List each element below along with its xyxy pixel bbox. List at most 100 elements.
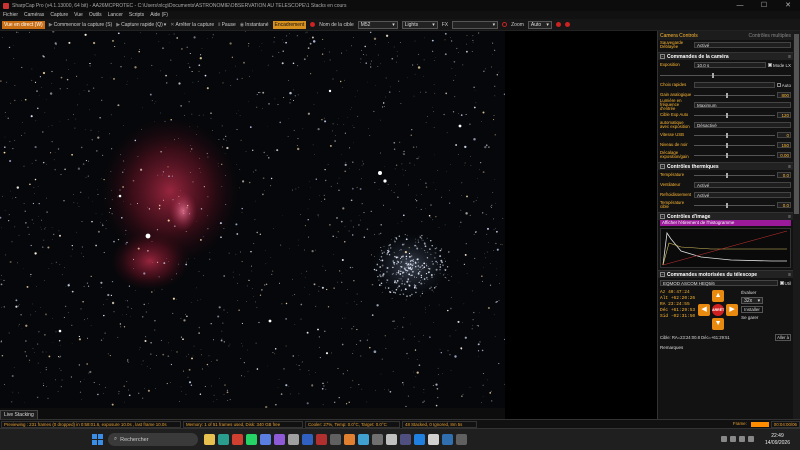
app-icon[interactable]: [330, 434, 341, 445]
pause-button[interactable]: Ⅱ Pause: [218, 22, 236, 28]
menu-outils[interactable]: Outils: [89, 12, 102, 18]
hamburger-icon[interactable]: ≡: [788, 164, 791, 170]
arrow-left-icon[interactable]: ◀: [698, 304, 711, 316]
gain-value[interactable]: 800: [777, 92, 791, 98]
use-checkbox[interactable]: Util: [779, 281, 791, 286]
black-slider[interactable]: [694, 142, 775, 148]
menu-aide[interactable]: Aide (F): [150, 12, 168, 18]
focus-icon[interactable]: [555, 22, 561, 27]
menu-vue[interactable]: Vue: [74, 12, 83, 18]
offset-value[interactable]: 0.00: [777, 152, 791, 158]
messenger-icon[interactable]: [260, 434, 271, 445]
target-adu-value[interactable]: 120: [777, 112, 791, 118]
temperature-slider[interactable]: [694, 172, 775, 178]
app-icon[interactable]: [456, 434, 467, 445]
target-temp-value[interactable]: 0.0: [777, 202, 791, 208]
hamburger-icon[interactable]: ≡: [788, 272, 791, 278]
menu-cameras[interactable]: Caméras: [24, 12, 44, 18]
cooling-select[interactable]: Activé: [694, 192, 791, 198]
zoom-select[interactable]: Auto ▾: [527, 20, 552, 29]
whatsapp-icon[interactable]: [246, 434, 257, 445]
go-to-button[interactable]: Aller à: [775, 333, 791, 341]
multi-controls-tab[interactable]: Contrôles multiples: [748, 33, 791, 39]
fx-select[interactable]: ▾: [452, 20, 499, 29]
gain-slider[interactable]: [694, 92, 775, 98]
mount-select[interactable]: EQMOD ASCOM HEQ5/6: [660, 280, 778, 286]
live-image-viewport[interactable]: [0, 31, 505, 408]
taskbar-search[interactable]: ⌕ Rechercher: [108, 433, 198, 446]
taskbar-clock[interactable]: 22:49 14/09/2026: [765, 433, 790, 447]
frame-type-select[interactable]: Lights ▾: [401, 20, 438, 29]
collapse-icon[interactable]: −: [660, 164, 665, 169]
camera-section-header[interactable]: − Commandes de la caméra ≡: [658, 52, 793, 60]
menu-fichier[interactable]: Fichier: [3, 12, 18, 18]
menu-capture[interactable]: Capture: [50, 12, 68, 18]
minimize-button[interactable]: —: [728, 0, 752, 11]
app-icon[interactable]: [288, 434, 299, 445]
chrome-icon[interactable]: [232, 434, 243, 445]
hamburger-icon[interactable]: ≡: [788, 54, 791, 60]
framing-button[interactable]: Encadrement: [272, 20, 307, 29]
menu-lancer[interactable]: Lancer: [108, 12, 123, 18]
save-select[interactable]: Activé: [694, 42, 791, 48]
volume-icon[interactable]: [739, 436, 745, 442]
offset-slider[interactable]: [694, 152, 775, 158]
panel-scrollbar[interactable]: [793, 31, 800, 419]
maximize-button[interactable]: ☐: [752, 0, 776, 11]
app-icon[interactable]: [344, 434, 355, 445]
chevron-up-icon[interactable]: [721, 436, 727, 442]
highgain-select[interactable]: Maximum: [694, 102, 791, 108]
target-adu-slider[interactable]: [694, 112, 775, 118]
quick-choices-select[interactable]: [694, 82, 775, 88]
scope-section-header[interactable]: − Commandes motorisées du télescope ≡: [658, 270, 793, 278]
start-capture-button[interactable]: ▶ Commencer la capture (S): [49, 22, 113, 28]
stop-button[interactable]: ARRÊT: [712, 304, 724, 316]
menu-scripts[interactable]: Scripts: [129, 12, 144, 18]
edge-icon[interactable]: [218, 434, 229, 445]
histogram-stretch-toggle[interactable]: Afficher l'étirement de l'histogramme: [660, 220, 791, 226]
scrollbar-thumb[interactable]: [794, 34, 799, 214]
reticle-icon[interactable]: [502, 22, 508, 27]
close-button[interactable]: ✕: [776, 0, 800, 11]
arrow-down-icon[interactable]: ▼: [712, 318, 725, 330]
fan-select[interactable]: Activé: [694, 182, 791, 188]
arrow-right-icon[interactable]: ▶: [726, 304, 739, 316]
auto-checkbox[interactable]: Auto: [776, 83, 791, 88]
app-icon[interactable]: [428, 434, 439, 445]
target-name-select[interactable]: M52 ▾: [357, 20, 398, 29]
usb-slider[interactable]: [694, 132, 775, 138]
wifi-icon[interactable]: [730, 436, 736, 442]
target-temp-slider[interactable]: [694, 202, 775, 208]
file-explorer-icon[interactable]: [204, 434, 215, 445]
hamburger-icon[interactable]: ≡: [788, 214, 791, 220]
lx-mode-checkbox[interactable]: Mode LX: [767, 63, 791, 68]
live-view-button[interactable]: Vue en direct (W): [2, 20, 45, 29]
collapse-icon[interactable]: −: [660, 214, 665, 219]
app-icon[interactable]: [358, 434, 369, 445]
collapse-icon[interactable]: −: [660, 272, 665, 277]
app-icon[interactable]: [400, 434, 411, 445]
exposure-slider[interactable]: [660, 72, 791, 78]
park-checkbox[interactable]: Se garer: [741, 315, 763, 320]
exposure-select[interactable]: 10.0 s: [694, 62, 766, 68]
auto-exp-select[interactable]: Désactivé: [694, 122, 791, 128]
windows-start-icon[interactable]: [92, 434, 103, 445]
battery-icon[interactable]: [748, 436, 754, 442]
app-icon[interactable]: [372, 434, 383, 445]
histogram-display[interactable]: [660, 228, 791, 268]
image-section-header[interactable]: − Contrôles d'image ≡: [658, 212, 793, 220]
app-icon[interactable]: [316, 434, 327, 445]
slew-rate-select[interactable]: 32x ▾: [741, 297, 764, 304]
arrow-up-icon[interactable]: ▲: [712, 290, 725, 302]
histogram-icon[interactable]: [564, 22, 570, 27]
usb-value[interactable]: 0: [777, 132, 791, 138]
app-icon[interactable]: [274, 434, 285, 445]
app-icon[interactable]: [442, 434, 453, 445]
collapse-icon[interactable]: −: [660, 54, 665, 59]
app-icon[interactable]: [386, 434, 397, 445]
quick-capture-button[interactable]: ▶ Capture rapide (Q) ▾: [116, 22, 166, 28]
install-button[interactable]: Installer: [741, 306, 764, 313]
app-icon[interactable]: [414, 434, 425, 445]
camera-controls-tab[interactable]: Camera Controls: [660, 33, 698, 39]
app-icon[interactable]: [302, 434, 313, 445]
